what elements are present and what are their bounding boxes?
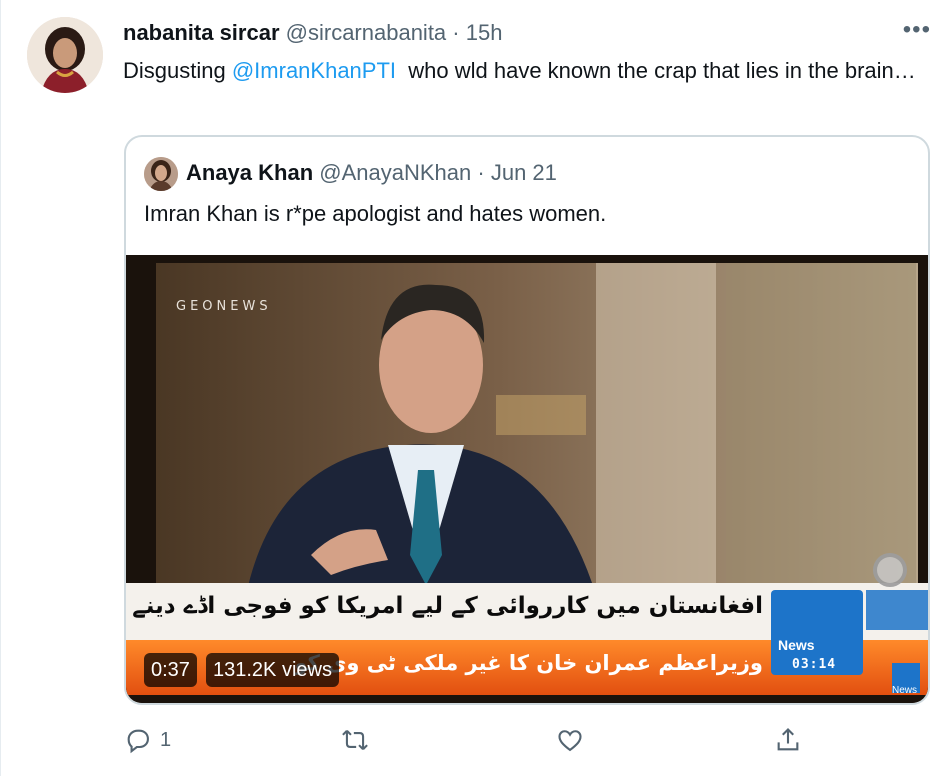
ticker-headline: افغانستان میں کارروائی کے لیے امریکا کو … [126, 593, 763, 619]
tweet-header: nabanita sircar @sircarnabanita · 15h [123, 19, 502, 47]
quoted-tweet[interactable]: Anaya Khan @AnayaNKhan · Jun 21 Imran Kh… [124, 135, 930, 705]
quote-header: Anaya Khan @AnayaNKhan · Jun 21 [186, 159, 557, 187]
video-duration: 0:37 [144, 653, 197, 687]
video-watermark: GEONEWS [176, 299, 272, 314]
reply-icon [124, 726, 152, 754]
tweet-text-after: who wld have known the crap that lies in… [396, 58, 916, 83]
more-icon[interactable]: ••• [903, 18, 931, 42]
channel-clock: 03:14 [792, 657, 837, 672]
author-name[interactable]: nabanita sircar [123, 20, 280, 45]
like-icon [556, 726, 584, 754]
quote-text: Imran Khan is r*pe apologist and hates w… [144, 201, 607, 226]
timeline-divider [0, 0, 1, 776]
ticker-subline: وزیراعظم عمران خان کا غیر ملکی ٹی وی کو [294, 651, 763, 675]
author-handle[interactable]: @sircarnabanita [286, 20, 447, 45]
action-bar: 1 [0, 726, 947, 760]
timestamp[interactable]: 15h [466, 20, 503, 45]
reply-count: 1 [160, 728, 172, 751]
quote-separator: · [477, 160, 485, 185]
quote-avatar [144, 157, 178, 191]
separator: · [452, 20, 460, 45]
quote-date: Jun 21 [490, 160, 557, 185]
video-player[interactable]: GEONEWS افغانستان میں کارروائی کے لیے ام… [126, 255, 928, 703]
video-views: 131.2K views [206, 653, 339, 687]
tweet-text-before: Disgusting [123, 58, 232, 83]
tweet-text: Disgusting @ImranKhanPTI who wld have kn… [123, 55, 923, 87]
quote-author-handle: @AnayaNKhan [319, 160, 472, 185]
retweet-icon [340, 726, 370, 754]
mention-link[interactable]: @ImranKhanPTI [232, 58, 396, 83]
channel-logo: News [778, 637, 815, 653]
scrub-handle[interactable] [873, 553, 907, 587]
share-icon [774, 726, 802, 754]
retweet-button[interactable] [340, 726, 370, 754]
corner-logo: News [892, 685, 918, 696]
reply-button[interactable]: 1 [124, 726, 171, 754]
avatar[interactable] [27, 17, 103, 93]
quote-author-name: Anaya Khan [186, 160, 314, 185]
share-button[interactable] [774, 726, 802, 754]
like-button[interactable] [556, 726, 584, 754]
